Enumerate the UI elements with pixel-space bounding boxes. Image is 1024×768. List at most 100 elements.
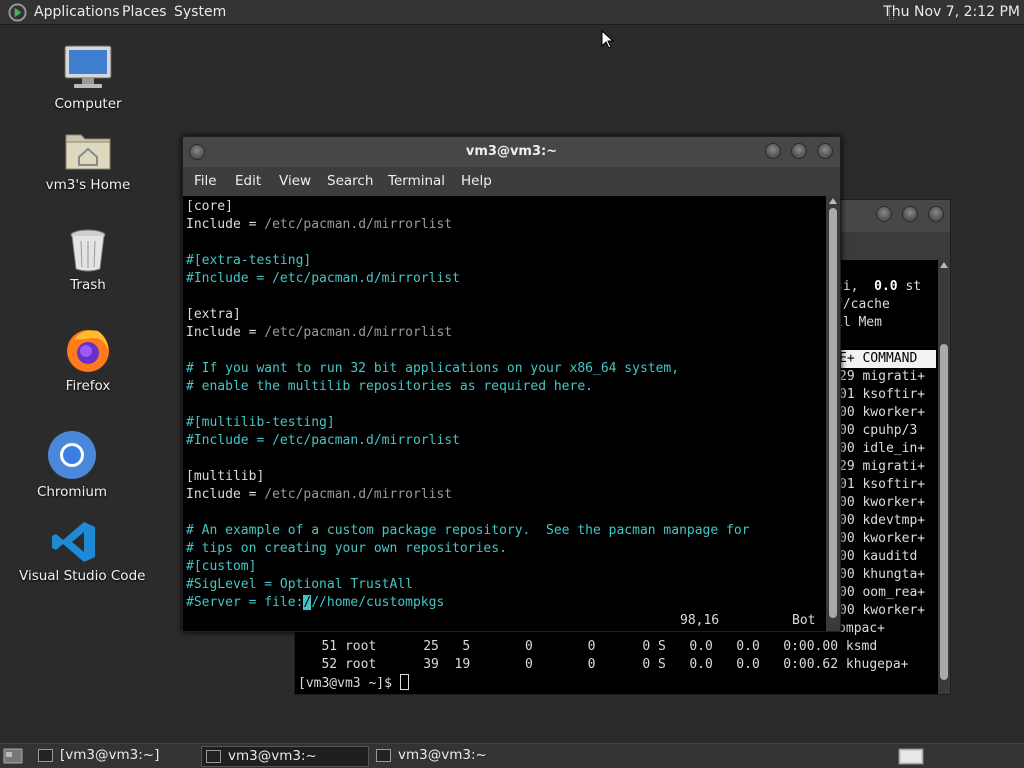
editor-line: #Include = /etc/pacman.d/mirrorlist [186, 432, 460, 450]
process-row: 01 ksoftir+ [839, 387, 926, 402]
line-segment: #[custom] [186, 559, 257, 574]
clock[interactable]: Thu Nov 7, 2:12 PM [883, 4, 1020, 20]
shell-prompt[interactable]: [vm3@vm3 ~]$ [298, 674, 409, 692]
bottom-taskbar: [vm3@vm3:~] vm3@vm3:~ vm3@vm3:~ [0, 743, 1024, 768]
computer-icon [64, 45, 112, 88]
editor-line: #[custom] [186, 558, 256, 576]
desktop-icon-label: Visual Studio Code [19, 568, 146, 584]
desktop-icon-computer[interactable]: Computer [33, 44, 143, 112]
editor-line: # tips on creating your own repositories… [186, 540, 507, 558]
line-segment: #[multilib-testing] [186, 415, 335, 430]
desktop-icon-chromium[interactable]: Chromium [17, 430, 127, 500]
top-header-line: si, 0.0 st [835, 279, 922, 294]
line-segment: #[extra-testing] [186, 253, 312, 268]
close-button[interactable] [928, 206, 944, 222]
process-row: 00 kauditd [839, 549, 918, 564]
firefox-icon [67, 330, 109, 372]
menu-terminal[interactable]: Terminal [388, 173, 445, 189]
line-segment: # If you want to run 32 bit applications… [186, 361, 680, 376]
mouse-pointer-icon [601, 30, 615, 49]
process-row: 00 kworker+ [839, 495, 926, 510]
line-segment: /etc/pacman.d/mirrorlist [264, 217, 453, 232]
show-desktop-icon[interactable] [3, 748, 23, 764]
line-segment: /etc/pacman.d/mirrorlist [264, 487, 453, 502]
line-segment: # An example of a custom package reposit… [186, 523, 750, 538]
process-row: 29 migrati+ [839, 369, 926, 384]
editor-line: #SigLevel = Optional TrustAll [186, 576, 413, 594]
taskbar-item-active[interactable]: vm3@vm3:~ [201, 746, 369, 767]
editor-line: Include = /etc/pacman.d/mirrorlist [186, 216, 452, 234]
menu-help[interactable]: Help [461, 173, 492, 189]
editor-line: # If you want to run 32 bit applications… [186, 360, 679, 378]
back-scrollbar[interactable] [938, 260, 950, 694]
workspace-switcher-icon[interactable] [898, 748, 924, 765]
top-header-line: il Mem [835, 315, 882, 330]
editor-line: Include = /etc/pacman.d/mirrorlist [186, 324, 452, 342]
process-row: 00 cpuhp/3 [839, 423, 918, 438]
process-row: 00 kworker+ [839, 531, 926, 546]
front-scrollbar[interactable] [826, 196, 840, 631]
front-terminal-window[interactable]: vm3@vm3:~ File Edit View Search Terminal… [182, 136, 841, 632]
chromium-icon [48, 431, 96, 479]
distro-logo-icon[interactable] [8, 3, 27, 22]
taskbar-item[interactable]: [vm3@vm3:~] [34, 746, 198, 767]
line-segment: #Include = /etc/pacman.d/mirrorlist [186, 433, 460, 448]
line-segment: #Include = /etc/pacman.d/mirrorlist [186, 271, 460, 286]
taskbar-item[interactable]: vm3@vm3:~ [372, 746, 536, 767]
scroll-position-status: Bot [792, 613, 816, 628]
terminal-window-icon [38, 749, 53, 762]
process-row: 00 idle_in+ [839, 441, 926, 456]
line-segment: //home/custompkgs [311, 595, 445, 610]
system-menu[interactable]: System [174, 4, 226, 20]
column-header: E+ COMMAND [839, 350, 936, 368]
line-segment: # enable the multilib repositories as re… [186, 379, 593, 394]
editor-line: #[multilib-testing] [186, 414, 335, 432]
line-segment: /etc/pacman.d/mirrorlist [264, 325, 453, 340]
editor-line: #Include = /etc/pacman.d/mirrorlist [186, 270, 460, 288]
desktop-icon-label: vm3's Home [45, 177, 131, 193]
line-segment: # tips on creating your own repositories… [186, 541, 507, 556]
applications-menu[interactable]: Applications [34, 4, 120, 20]
vscode-icon [52, 522, 95, 562]
desktop-icon-vscode[interactable]: Visual Studio Code [19, 520, 146, 584]
line-segment: #Server = file: [186, 595, 304, 610]
minimize-button[interactable] [765, 143, 781, 159]
process-row: 00 khungta+ [839, 567, 926, 582]
text-cursor [399, 674, 409, 690]
line-segment: [extra] [186, 307, 241, 322]
maximize-button[interactable] [791, 143, 807, 159]
scrollbar-thumb[interactable] [829, 208, 837, 618]
scrollbar-thumb[interactable] [940, 344, 948, 680]
terminal-window-icon [376, 749, 391, 762]
front-terminal-content[interactable]: [core] Include = /etc/pacman.d/mirrorlist… [183, 196, 826, 631]
maximize-button[interactable] [902, 206, 918, 222]
places-menu[interactable]: Places [122, 4, 167, 20]
process-row: 00 kworker+ [839, 603, 926, 618]
editor-line: [extra] [186, 306, 241, 324]
editor-line: # enable the multilib repositories as re… [186, 378, 593, 396]
window-title: vm3@vm3:~ [465, 144, 558, 159]
top-panel: Applications Places System Thu Nov 7, 2:… [0, 0, 1024, 25]
close-button[interactable] [817, 143, 833, 159]
menu-edit[interactable]: Edit [235, 173, 261, 189]
desktop-icon-firefox[interactable]: Firefox [33, 326, 143, 394]
window-titlebar[interactable]: vm3@vm3:~ [183, 137, 840, 167]
line-segment: Include = [186, 487, 265, 502]
line-segment: #SigLevel = Optional TrustAll [186, 577, 413, 592]
desktop-icon-trash[interactable]: Trash [33, 227, 143, 293]
trash-icon [70, 229, 106, 272]
scroll-up-arrow-icon[interactable] [829, 198, 837, 204]
desktop-icon-home[interactable]: vm3's Home [33, 127, 143, 193]
menu-view[interactable]: View [279, 173, 311, 189]
editor-line: # An example of a custom package reposit… [186, 522, 750, 540]
editor-line: [core] [186, 198, 233, 216]
desktop-icon-label: Firefox [65, 378, 111, 394]
menu-file[interactable]: File [194, 173, 217, 189]
menu-search[interactable]: Search [327, 173, 373, 189]
process-row: 52 root 39 19 0 0 0 S 0.0 0.0 0:00.62 kh… [298, 657, 909, 672]
terminal-window-icon [206, 750, 221, 763]
scroll-up-arrow-icon[interactable] [940, 262, 948, 268]
line-segment: Include = [186, 217, 265, 232]
minimize-button[interactable] [876, 206, 892, 222]
process-row: 01 ksoftir+ [839, 477, 926, 492]
